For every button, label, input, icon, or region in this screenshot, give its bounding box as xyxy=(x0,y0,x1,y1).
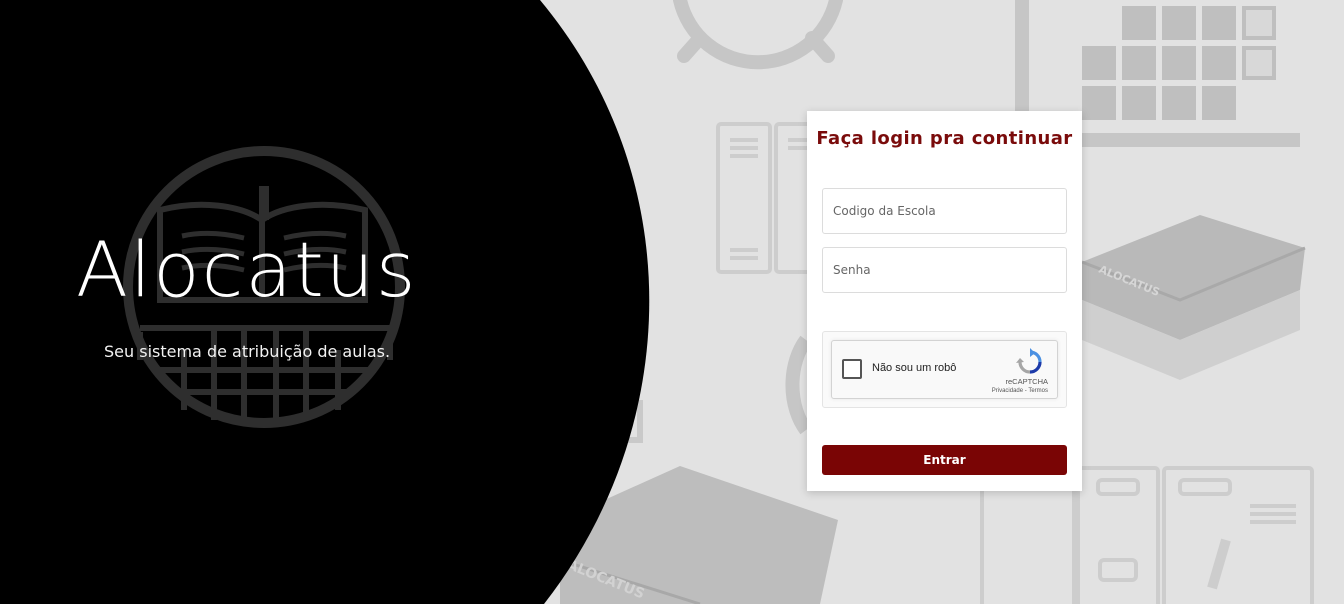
recaptcha-brand: reCAPTCHA xyxy=(1005,377,1048,386)
recaptcha-arrows-icon xyxy=(1016,348,1042,374)
recaptcha-terms-link[interactable]: Termos xyxy=(1028,388,1048,394)
brand-tagline: Seu sistema de atribuição de aulas. xyxy=(104,342,391,361)
recaptcha-links: Privacidade - Termos xyxy=(992,388,1048,394)
recaptcha-container: Não sou um robô reCAPTCHA Privacidade - … xyxy=(822,331,1067,408)
recaptcha-checkbox[interactable] xyxy=(842,359,862,379)
login-button[interactable]: Entrar xyxy=(822,445,1067,475)
login-card: Faça login pra continuar Não sou um robô… xyxy=(807,111,1082,491)
hero-text: Alocatus Seu sistema de atribuição de au… xyxy=(0,0,560,604)
recaptcha-label: Não sou um robô xyxy=(872,362,957,374)
school-code-input[interactable] xyxy=(822,188,1067,234)
lockers-icon xyxy=(716,122,818,274)
books-stack-icon: ALOCATUS xyxy=(1081,215,1306,380)
password-input[interactable] xyxy=(822,247,1067,293)
books-bottom-icon: ALOCATUS xyxy=(559,466,838,604)
login-title: Faça login pra continuar xyxy=(816,128,1073,149)
brand-title: Alocatus xyxy=(76,225,418,314)
recaptcha-privacy-link[interactable]: Privacidade xyxy=(992,388,1023,394)
alarm-clock-icon xyxy=(673,0,843,70)
recaptcha-widget: Não sou um robô reCAPTCHA Privacidade - … xyxy=(831,340,1058,399)
